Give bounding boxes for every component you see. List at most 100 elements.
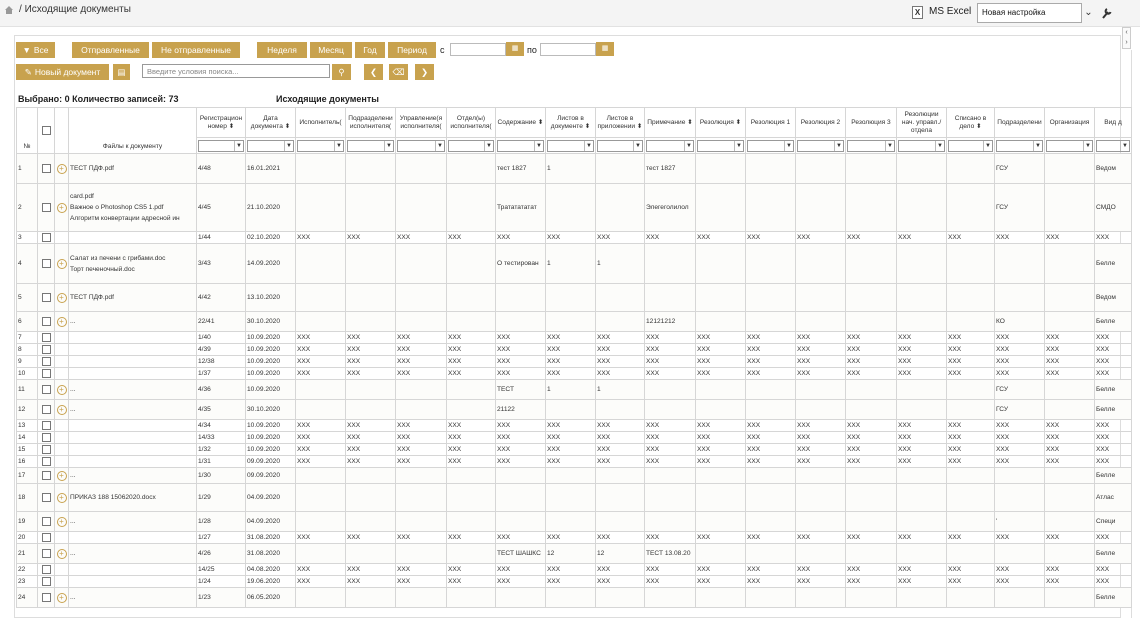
add-file-icon[interactable]: + [56, 316, 67, 327]
filter-dropdown[interactable]: ▼ [448, 139, 494, 152]
filter-sent-button[interactable]: Отправленные [72, 42, 149, 58]
column-header-res2[interactable]: Резолюция 2 [795, 107, 846, 138]
column-header-lists[interactable]: Листов в документе ⬍ [545, 107, 596, 138]
excel-export-button[interactable]: MS Excel [929, 6, 971, 17]
file-link[interactable]: Салат из печени с грибами.doc [70, 253, 195, 264]
column-header-dept[interactable]: Подразделени [994, 107, 1045, 138]
row-checkbox[interactable] [41, 293, 51, 302]
column-filter-app[interactable]: ▼ [595, 137, 645, 154]
filter-dropdown[interactable]: ▼ [797, 139, 844, 152]
column-filter-res[interactable]: ▼ [695, 137, 746, 154]
table-row[interactable]: 18 + ПРИКАЗ 188 15062020.docx 1/29 04.09.202… [16, 483, 1132, 512]
filter-dropdown[interactable]: ▼ [198, 139, 244, 152]
column-header-app[interactable]: Листов в приложении ⬍ [595, 107, 645, 138]
chevron-down-icon[interactable]: ▼ [935, 140, 944, 151]
column-header-plus[interactable] [54, 107, 69, 154]
column-header-reg[interactable]: Регистрацион номер ⬍ [196, 107, 246, 138]
period-month-button[interactable]: Месяц [310, 42, 352, 58]
row-checkbox[interactable] [41, 233, 51, 242]
column-header-res[interactable]: Резолюция ⬍ [695, 107, 746, 138]
table-row[interactable]: 9 12/38 10.09.2020 XXX XXX XXX XXX XXX XXX XXX XXX… [16, 355, 1132, 368]
column-filter-podr[interactable]: ▼ [345, 137, 396, 154]
excel-icon[interactable]: X [912, 6, 923, 19]
file-link[interactable]: Торт печеночный.doc [70, 264, 195, 275]
eraser-icon[interactable]: ⌫ [389, 64, 408, 80]
wrench-icon[interactable] [1101, 6, 1113, 20]
row-checkbox[interactable] [41, 345, 51, 354]
table-row[interactable]: 6 +... 22/41 30.10.2020 12121212 КО Белле [16, 311, 1132, 332]
home-icon[interactable] [4, 5, 14, 15]
column-header-exec[interactable]: Исполнитель( [295, 107, 346, 138]
filter-dropdown[interactable]: ▼ [347, 139, 394, 152]
add-file-icon[interactable]: + [56, 292, 67, 303]
file-link[interactable]: ПРИКАЗ 188 15062020.docx [70, 492, 195, 503]
file-link[interactable]: Важное о Photoshop CS5 1.pdf [70, 202, 195, 213]
chevron-down-icon[interactable]: ⌄ [1082, 3, 1095, 23]
document-icon[interactable]: ▤ [113, 64, 130, 80]
column-filter-dept[interactable]: ▼ [994, 137, 1045, 154]
filter-dropdown[interactable]: ▼ [247, 139, 294, 152]
filter-dropdown[interactable]: ▼ [497, 139, 544, 152]
column-filter-reg[interactable]: ▼ [196, 137, 246, 154]
chevron-down-icon[interactable]: ▼ [334, 140, 343, 151]
row-checkbox[interactable] [41, 421, 51, 430]
column-filter-org[interactable]: ▼ [1044, 137, 1095, 154]
column-filter-date[interactable]: ▼ [245, 137, 296, 154]
table-row[interactable]: 11 +... 4/36 10.09.2020 ТЕСТ 1 1 ГСУ Белле [16, 379, 1132, 400]
row-checkbox[interactable] [41, 593, 51, 602]
row-checkbox[interactable] [41, 357, 51, 366]
file-link[interactable]: ТЕСТ ПДФ.pdf [70, 163, 195, 174]
column-header-res1[interactable]: Резолюция 1 [745, 107, 796, 138]
row-checkbox[interactable] [41, 577, 51, 586]
more-files-link[interactable]: ... [70, 518, 76, 525]
table-row[interactable]: 19 +... 1/28 04.09.2020 ' Специ [16, 511, 1132, 532]
table-row[interactable]: 20 1/27 31.08.2020 XXX XXX XXX XXX XXX XXX XXX XXX… [16, 531, 1132, 544]
more-files-link[interactable]: ... [70, 318, 76, 325]
filter-dropdown[interactable]: ▼ [898, 139, 945, 152]
chevron-down-icon[interactable]: ▼ [584, 140, 593, 151]
filter-dropdown[interactable]: ▼ [397, 139, 445, 152]
side-panel-toggle[interactable]: ‹ › [1122, 27, 1131, 49]
table-row[interactable]: 16 1/31 09.09.2020 XXX XXX XXX XXX XXX XXX XXX XXX… [16, 455, 1132, 468]
preset-select[interactable]: Новая настройка [977, 3, 1082, 23]
column-header-otd[interactable]: Отдел(ы) исполнителя( [446, 107, 496, 138]
column-filter-upr[interactable]: ▼ [395, 137, 447, 154]
date-from-input[interactable] [450, 43, 506, 56]
column-filter-res2[interactable]: ▼ [795, 137, 846, 154]
table-row[interactable]: 12 +... 4/35 30.10.2020 21122 ГСУ Белле [16, 399, 1132, 420]
table-row[interactable]: 3 1/44 02.10.2020 XXX XXX XXX XXX XXX XXX XXX XXX X… [16, 231, 1132, 244]
filter-dropdown[interactable]: ▼ [847, 139, 895, 152]
column-header-num[interactable]: № [16, 107, 38, 154]
table-row[interactable]: 14 14/33 10.09.2020 XXX XXX XXX XXX XXX XXX XXX XX… [16, 431, 1132, 444]
chevron-down-icon[interactable]: ▼ [1033, 140, 1042, 151]
column-header-files[interactable]: Файлы к документу [68, 107, 197, 154]
column-header-resn[interactable]: Резолюции нач. управл./отдела [896, 107, 947, 138]
table-row[interactable]: 15 1/32 10.09.2020 XXX XXX XXX XXX XXX XXX XXX XXX… [16, 443, 1132, 456]
period-year-button[interactable]: Год [355, 42, 385, 58]
table-row[interactable]: 10 1/37 10.09.2020 XXX XXX XXX XXX XXX XXX XXX XXX… [16, 367, 1132, 380]
add-file-icon[interactable]: + [56, 516, 67, 527]
column-header-case[interactable]: Списано в дело ⬍ [946, 107, 995, 138]
file-link[interactable]: card.pdf [70, 191, 195, 202]
more-files-link[interactable]: ... [70, 386, 76, 393]
row-checkbox[interactable] [41, 533, 51, 542]
select-all-checkbox[interactable] [41, 125, 51, 135]
add-file-icon[interactable]: + [56, 163, 67, 174]
filter-dropdown[interactable]: ▼ [646, 139, 694, 152]
filter-dropdown[interactable]: ▼ [1096, 139, 1130, 152]
chevron-down-icon[interactable]: ▼ [1120, 140, 1129, 151]
row-checkbox[interactable] [41, 517, 51, 526]
column-filter-kind[interactable]: ▼ [1094, 137, 1132, 154]
chevron-down-icon[interactable]: ▼ [684, 140, 693, 151]
period-week-button[interactable]: Неделя [257, 42, 307, 58]
chevron-down-icon[interactable]: ▼ [384, 140, 393, 151]
column-header-upr[interactable]: Управление(я исполнителя( [395, 107, 447, 138]
column-filter-resn[interactable]: ▼ [896, 137, 947, 154]
column-filter-cont[interactable]: ▼ [495, 137, 546, 154]
period-custom-button[interactable]: Период [388, 42, 436, 58]
row-checkbox[interactable] [41, 457, 51, 466]
add-file-icon[interactable]: + [56, 384, 67, 395]
more-files-link[interactable]: ... [70, 550, 76, 557]
add-file-icon[interactable]: + [56, 492, 67, 503]
add-file-icon[interactable]: + [56, 258, 67, 269]
